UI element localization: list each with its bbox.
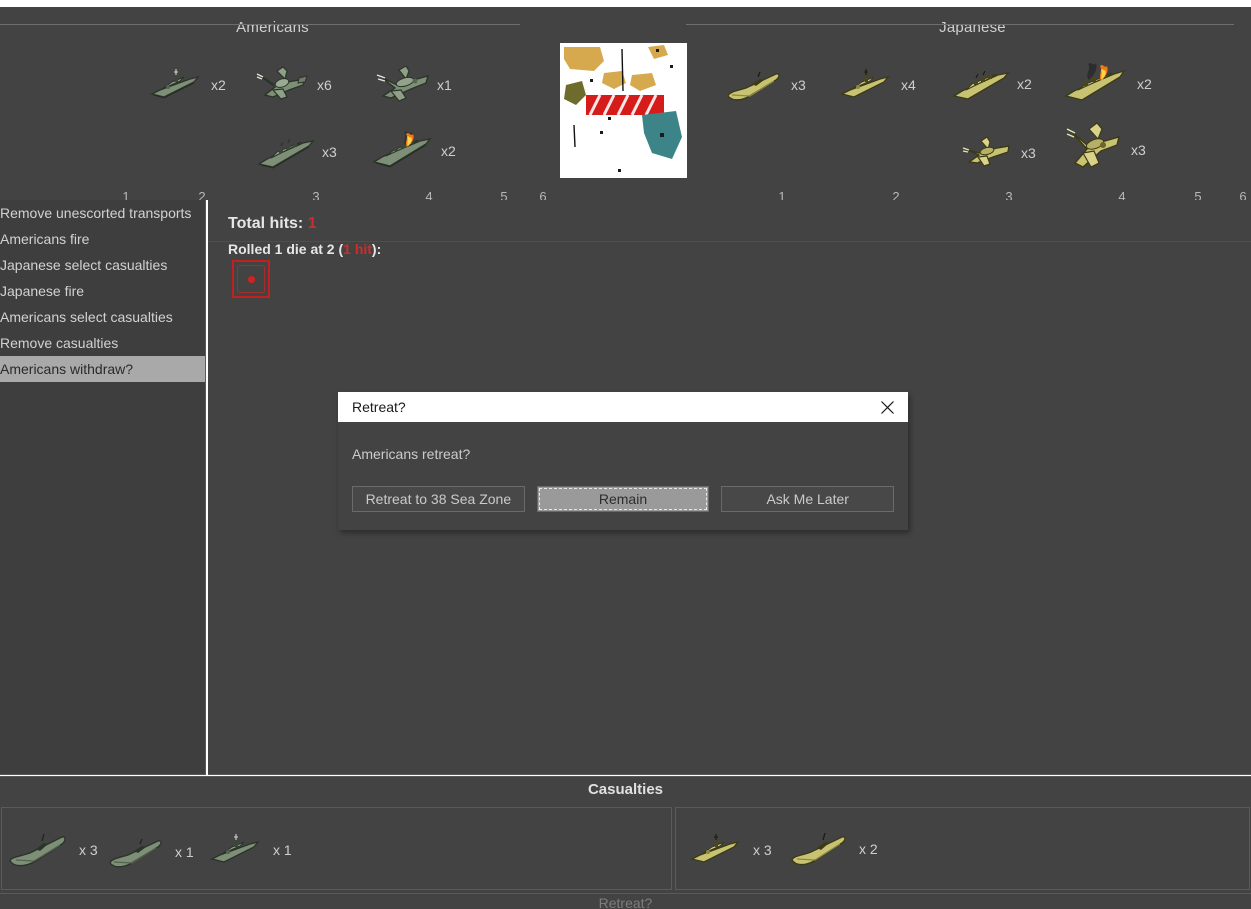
japanese-scale-underline — [686, 24, 1234, 25]
step-item-remove-casualties[interactable]: Remove casualties — [0, 330, 205, 356]
americans-scale-underline — [0, 24, 520, 25]
japanese-unit-submarine[interactable]: x3 — [724, 65, 806, 105]
casualties-panels: x 3 x 1 x 1 x 3 x 2 — [0, 803, 1251, 893]
remain-button[interactable]: Remain — [536, 486, 710, 512]
unit-count: x1 — [437, 77, 452, 93]
bomber-icon — [1066, 122, 1120, 168]
japanese-unit-battleship[interactable]: x2 — [950, 63, 1032, 105]
casualty-count: x 2 — [859, 841, 878, 857]
fighter-icon — [256, 66, 308, 100]
dialog-body: Americans retreat? Retreat to 38 Sea Zon… — [338, 422, 908, 530]
casualty-item[interactable]: x 1 — [208, 830, 292, 870]
japanese-casualties-panel: x 3 x 2 — [675, 807, 1250, 890]
battleship-icon — [952, 70, 1010, 100]
bomber-icon — [376, 65, 430, 102]
rolled-hits: 1 hit — [343, 241, 372, 257]
battle-steps-sidebar: Remove unescorted transports Americans f… — [0, 200, 206, 775]
americans-side-title: Americans — [236, 19, 309, 36]
close-icon[interactable] — [876, 396, 898, 418]
units-region: Americans Japanese x2 x6 x1 x3 x2 x3 x4 … — [0, 7, 1251, 204]
casualty-item[interactable]: x 3 — [6, 828, 98, 872]
retreat-dialog: Retreat? Americans retreat? Retreat to 3… — [338, 392, 908, 530]
casualty-count: x 1 — [175, 844, 194, 860]
step-item-remove-unescorted-transports[interactable]: Remove unescorted transports — [0, 200, 205, 226]
destroyer-icon — [209, 834, 260, 863]
casualties-header-title: Casualties — [587, 781, 664, 798]
submarine-icon — [727, 71, 780, 101]
unit-count: x6 — [317, 77, 332, 93]
retreat-to-sea-zone-button[interactable]: Retreat to 38 Sea Zone — [352, 486, 525, 512]
damaged-battleship-icon — [1064, 63, 1126, 101]
damaged-battleship-icon — [372, 131, 432, 168]
bottom-status-label: Retreat? — [598, 895, 653, 909]
battleship-icon — [257, 138, 315, 169]
japanese-side-title: Japanese — [939, 19, 1006, 36]
americans-casualties-panel: x 3 x 1 x 1 — [1, 807, 672, 890]
unit-count: x3 — [1021, 145, 1036, 161]
dialog-button-row: Retreat to 38 Sea Zone Remain Ask Me Lat… — [352, 486, 895, 512]
dialog-title-bar: Retreat? — [338, 392, 908, 422]
american-unit-destroyer[interactable]: x2 — [148, 65, 226, 105]
battle-window: Americans Japanese x2 x6 x1 x3 x2 x3 x4 … — [0, 0, 1251, 909]
unit-count: x3 — [1131, 142, 1146, 158]
unit-count: x3 — [791, 77, 806, 93]
step-item-japanese-select-casualties[interactable]: Japanese select casualties — [0, 252, 205, 278]
unit-count: x2 — [441, 143, 456, 159]
submarine-icon — [109, 838, 162, 868]
step-item-americans-select-casualties[interactable]: Americans select casualties — [0, 304, 205, 330]
casualties-header-bar: Casualties — [0, 776, 1251, 803]
dialog-message: Americans retreat? — [352, 446, 471, 462]
die-pip — [247, 275, 255, 283]
american-unit-bomber[interactable]: x1 — [372, 61, 452, 109]
japanese-unit-destroyer[interactable]: x4 — [838, 65, 916, 105]
destroyer-icon — [149, 69, 200, 99]
submarine-icon — [9, 833, 66, 867]
die-result — [232, 260, 270, 298]
rolled-suffix: ): — [371, 241, 382, 257]
japanese-unit-fighter[interactable]: x3 — [958, 129, 1036, 177]
american-unit-damaged-battleship[interactable]: x2 — [370, 125, 456, 177]
rolled-dice-line: Rolled 1 die at 2 (1 hit): — [228, 241, 381, 257]
casualty-item[interactable]: x 1 — [106, 832, 194, 872]
unit-count: x2 — [1137, 76, 1152, 92]
casualty-count: x 3 — [79, 842, 98, 858]
unit-count: x2 — [211, 77, 226, 93]
destroyer-icon — [689, 834, 740, 863]
destroyer-icon — [839, 69, 890, 98]
total-hits-line: Total hits: 1 — [228, 215, 317, 233]
total-hits-label: Total hits: — [228, 215, 304, 232]
total-hits-value: 1 — [307, 215, 317, 232]
unit-count: x3 — [322, 144, 337, 160]
american-unit-fighter[interactable]: x6 — [252, 61, 332, 109]
casualty-count: x 1 — [273, 842, 292, 858]
unit-count: x4 — [901, 77, 916, 93]
bottom-status-bar: Retreat? — [0, 893, 1251, 909]
casualty-item[interactable]: x 2 — [788, 828, 878, 870]
ask-me-later-button[interactable]: Ask Me Later — [721, 486, 895, 512]
map-thumbnail-image — [560, 43, 687, 178]
dialog-title: Retreat? — [352, 399, 406, 415]
step-item-americans-fire[interactable]: Americans fire — [0, 226, 205, 252]
close-icon-glyph — [880, 400, 894, 414]
battle-map-thumbnail[interactable] — [560, 43, 687, 178]
submarine-icon — [791, 832, 846, 866]
unit-count: x2 — [1017, 76, 1032, 92]
casualty-count: x 3 — [753, 842, 772, 858]
japanese-unit-damaged-battleship[interactable]: x2 — [1062, 57, 1152, 111]
japanese-unit-bomber[interactable]: x3 — [1062, 119, 1146, 181]
step-item-japanese-fire[interactable]: Japanese fire — [0, 278, 205, 304]
casualty-item[interactable]: x 3 — [688, 830, 772, 870]
step-item-americans-withdraw[interactable]: Americans withdraw? — [0, 356, 205, 382]
american-unit-battleship[interactable]: x3 — [255, 131, 337, 173]
rolled-prefix: Rolled 1 die at 2 ( — [228, 241, 344, 257]
window-top-strip — [0, 0, 1251, 7]
fighter-icon — [962, 136, 1010, 167]
